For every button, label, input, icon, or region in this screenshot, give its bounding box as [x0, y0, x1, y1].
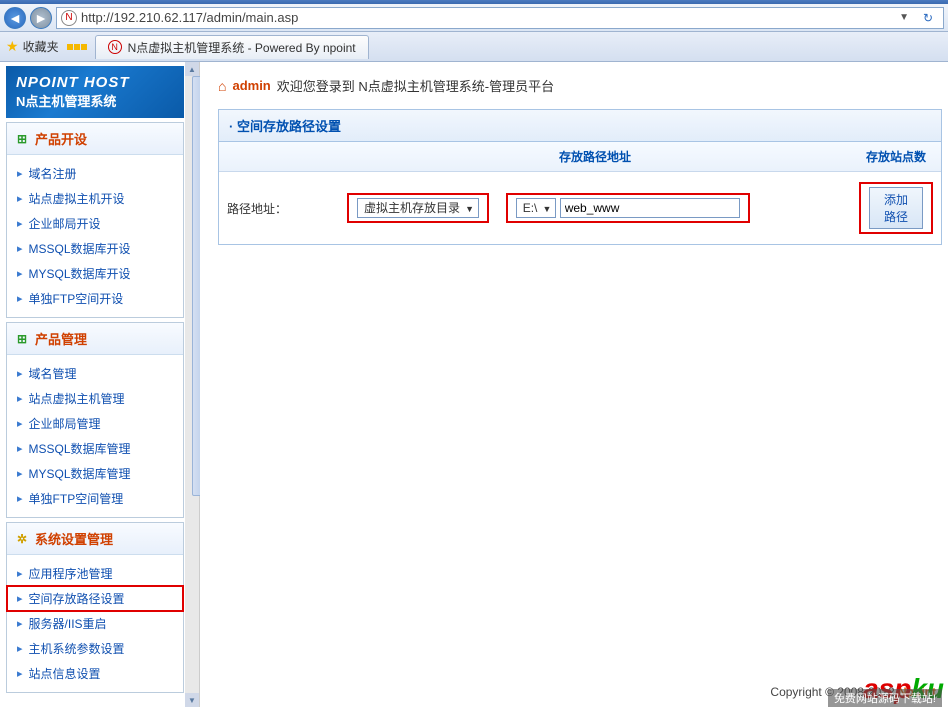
sidebar-item-mysql-create[interactable]: ▸MYSQL数据库开设: [7, 261, 183, 286]
bullet-icon: ▸: [17, 417, 23, 430]
sidebar-item-iis-restart[interactable]: ▸服务器/IIS重启: [7, 611, 183, 636]
bullet-icon: ▸: [17, 642, 23, 655]
tab-title: N点虚拟主机管理系统 - Powered By npoint: [128, 39, 356, 56]
main-area: NPOINT HOST N点主机管理系统 ⊞ 产品开设 ▸域名注册 ▸站点虚拟主…: [0, 62, 948, 707]
folder-input[interactable]: [560, 198, 740, 218]
welcome-text: 欢迎您登录到 N点虚拟主机管理系统-管理员平台: [277, 76, 554, 95]
scroll-down-icon[interactable]: ▼: [185, 693, 199, 707]
logo: NPOINT HOST N点主机管理系统: [6, 66, 184, 118]
tab-favicon: N: [108, 40, 122, 54]
back-button[interactable]: ◄: [4, 7, 26, 29]
address-bar: ◄ ► N http://192.210.62.117/admin/main.a…: [0, 4, 948, 32]
sidebar-item-domain-manage[interactable]: ▸域名管理: [7, 361, 183, 386]
highlight-box-dir-select: 虚拟主机存放目录: [347, 193, 489, 223]
bullet-icon: ▸: [17, 492, 23, 505]
panel-title: · 空间存放路径设置: [219, 110, 941, 142]
refresh-icon[interactable]: ↻: [917, 8, 939, 28]
bullet-icon: ▸: [17, 242, 23, 255]
highlight-box-path-input: E:\: [506, 193, 750, 223]
bullet-icon: ▸: [17, 392, 23, 405]
logo-sub: N点主机管理系统: [16, 91, 174, 110]
forward-button[interactable]: ►: [30, 7, 52, 29]
table-row: 路径地址： 虚拟主机存放目录 E:: [219, 172, 941, 245]
bullet-icon: ▸: [17, 567, 23, 580]
sidebar-scrollbar[interactable]: ▲ ▼: [185, 62, 199, 707]
row-label: 路径地址：: [219, 172, 339, 245]
sidebar-item-domain-register[interactable]: ▸域名注册: [7, 161, 183, 186]
sidebar-item-storage-path-settings[interactable]: ▸空间存放路径设置: [7, 586, 183, 611]
logo-main: NPOINT HOST: [16, 74, 174, 91]
bullet-icon: ▸: [17, 667, 23, 680]
browser-tab[interactable]: N N点虚拟主机管理系统 - Powered By npoint: [95, 35, 369, 59]
sidebar-item-apppool-manage[interactable]: ▸应用程序池管理: [7, 561, 183, 586]
sidebar-item-mysql-manage[interactable]: ▸MYSQL数据库管理: [7, 461, 183, 486]
bullet-icon: ▸: [17, 617, 23, 630]
drive-select[interactable]: E:\: [516, 198, 557, 218]
sidebar-item-site-vhost-create[interactable]: ▸站点虚拟主机开设: [7, 186, 183, 211]
sidebar-item-site-vhost-manage[interactable]: ▸站点虚拟主机管理: [7, 386, 183, 411]
site-icon: N: [61, 10, 77, 26]
menu-header-products-manage[interactable]: ⊞ 产品管理: [7, 323, 183, 355]
col-site-count: 存放站点数: [851, 142, 941, 172]
sidebar-item-mssql-manage[interactable]: ▸MSSQL数据库管理: [7, 436, 183, 461]
menu-header-products-create[interactable]: ⊞ 产品开设: [7, 123, 183, 155]
menu-section-system-settings: ✲ 系统设置管理 ▸应用程序池管理 ▸空间存放路径设置 ▸服务器/IIS重启 ▸…: [6, 522, 184, 693]
welcome-line: ⌂ admin 欢迎您登录到 N点虚拟主机管理系统-管理员平台: [218, 76, 942, 95]
star-icon: ★: [6, 38, 19, 55]
favorites-button[interactable]: ★ 收藏夹: [6, 38, 59, 55]
menu-section-products-create: ⊞ 产品开设 ▸域名注册 ▸站点虚拟主机开设 ▸企业邮局开设 ▸MSSQL数据库…: [6, 122, 184, 318]
sidebar-item-site-info[interactable]: ▸站点信息设置: [7, 661, 183, 686]
gear-icon: ✲: [15, 532, 29, 546]
sidebar-item-ftp-create[interactable]: ▸单独FTP空间开设: [7, 286, 183, 311]
storage-path-panel: · 空间存放路径设置 存放路径地址 存放站点数 路径地址：: [218, 109, 942, 245]
favorites-grid-button[interactable]: [67, 44, 87, 50]
url-field[interactable]: N http://192.210.62.117/admin/main.asp ▼…: [56, 7, 944, 29]
sidebar-item-mail-manage[interactable]: ▸企业邮局管理: [7, 411, 183, 436]
bullet-icon: ▸: [17, 292, 23, 305]
bullet-icon: ▸: [17, 592, 23, 605]
bullet-icon: ▸: [17, 267, 23, 280]
bullet-icon: ▸: [17, 467, 23, 480]
bullet-icon: ▸: [17, 192, 23, 205]
url-dropdown-icon[interactable]: ▼: [895, 12, 913, 23]
admin-label: admin: [232, 78, 270, 93]
menu-header-system-settings[interactable]: ✲ 系统设置管理: [7, 523, 183, 555]
sidebar-item-mail-create[interactable]: ▸企业邮局开设: [7, 211, 183, 236]
url-text: http://192.210.62.117/admin/main.asp: [81, 10, 891, 25]
scroll-up-icon[interactable]: ▲: [185, 62, 199, 76]
col-spacer: [219, 142, 339, 172]
sidebar-item-host-params[interactable]: ▸主机系统参数设置: [7, 636, 183, 661]
highlight-box-add-button: 添加路径: [859, 182, 933, 234]
bullet-icon: ▸: [17, 442, 23, 455]
home-icon: ⌂: [218, 78, 226, 94]
plus-icon: ⊞: [15, 332, 29, 346]
bullet-icon: ▸: [17, 217, 23, 230]
col-path-address: 存放路径地址: [339, 142, 851, 172]
favorites-bar: ★ 收藏夹 N N点虚拟主机管理系统 - Powered By npoint: [0, 32, 948, 62]
sidebar: NPOINT HOST N点主机管理系统 ⊞ 产品开设 ▸域名注册 ▸站点虚拟主…: [0, 62, 200, 707]
bullet-icon: ▸: [17, 367, 23, 380]
add-path-button[interactable]: 添加路径: [869, 187, 923, 229]
dir-type-select[interactable]: 虚拟主机存放目录: [357, 198, 479, 218]
path-table: 存放路径地址 存放站点数 路径地址： 虚拟主机存放目录: [219, 142, 941, 244]
plus-icon: ⊞: [15, 132, 29, 146]
bullet-icon: ▸: [17, 167, 23, 180]
sidebar-item-ftp-manage[interactable]: ▸单独FTP空间管理: [7, 486, 183, 511]
menu-section-products-manage: ⊞ 产品管理 ▸域名管理 ▸站点虚拟主机管理 ▸企业邮局管理 ▸MSSQL数据库…: [6, 322, 184, 518]
content-area: ⌂ admin 欢迎您登录到 N点虚拟主机管理系统-管理员平台 · 空间存放路径…: [200, 62, 948, 707]
sidebar-item-mssql-create[interactable]: ▸MSSQL数据库开设: [7, 236, 183, 261]
watermark-sub: 免费网站源码下载站!: [828, 689, 942, 707]
favorites-label: 收藏夹: [23, 38, 59, 55]
grid-icon: [67, 44, 87, 50]
